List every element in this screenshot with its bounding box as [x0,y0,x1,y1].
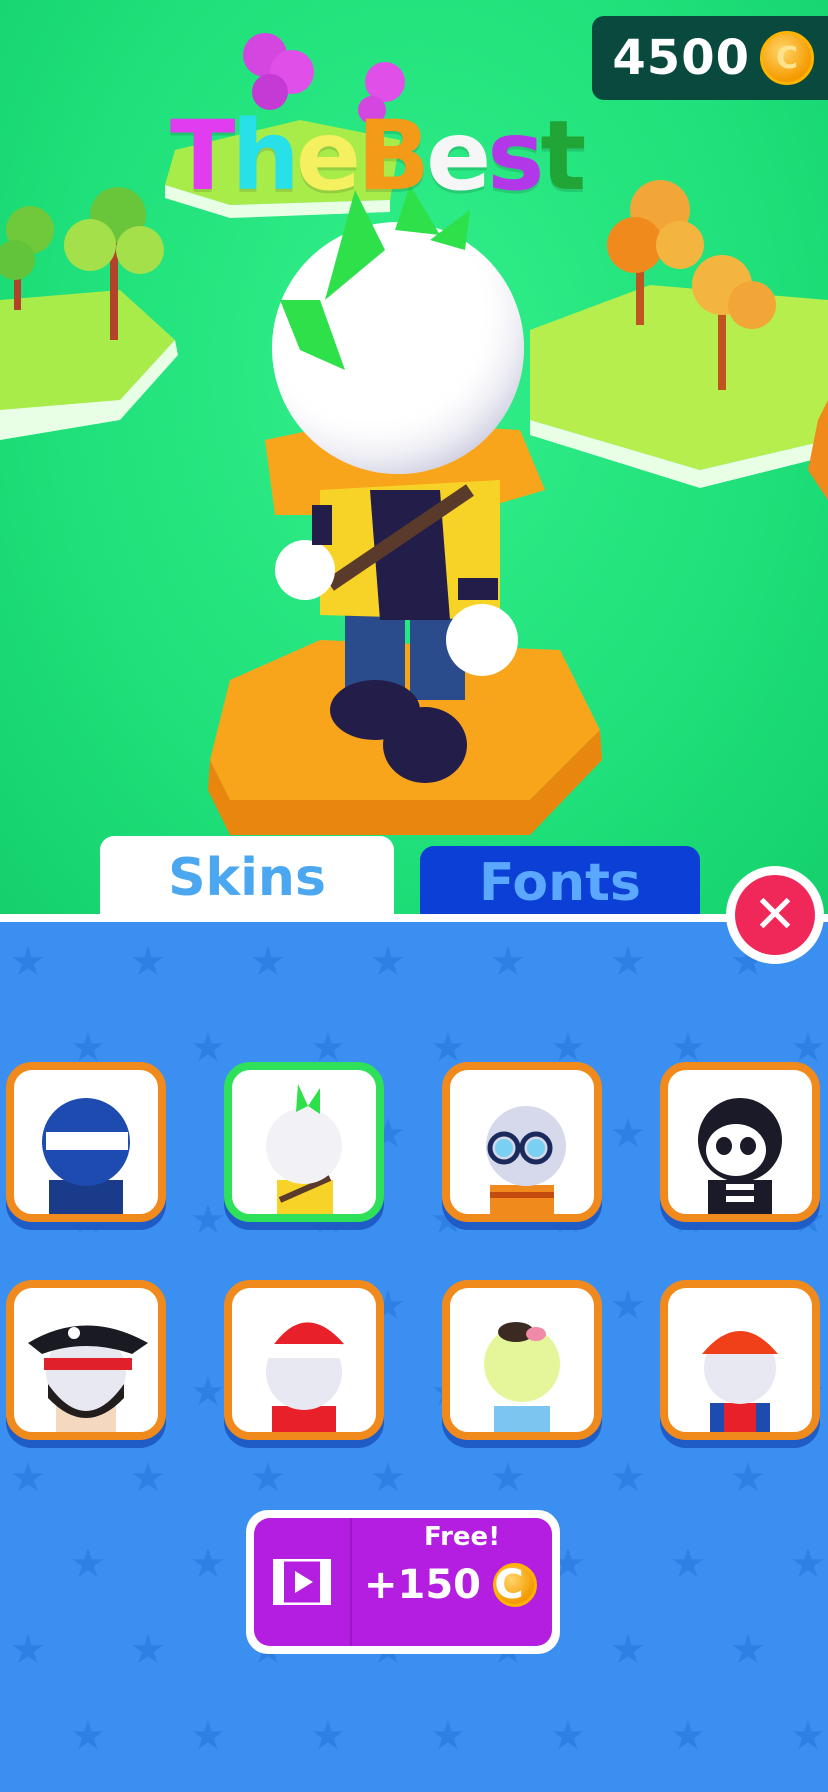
tab-fonts[interactable]: Fonts [420,846,700,920]
player-name-title: TheBest [170,100,586,212]
skin-pirate[interactable] [6,1280,166,1440]
star-decoration: ★ [130,939,166,985]
tab-skins[interactable]: Skins [100,836,394,920]
skin-punk[interactable] [224,1062,384,1222]
coin-amount: 4500 [612,30,750,86]
star-decoration: ★ [250,939,286,985]
star-decoration: ★ [250,1455,286,1501]
star-decoration: ★ [790,1541,826,1587]
title-letter: t [540,100,586,212]
free-coins-body: Free! +150 C [254,1518,552,1646]
close-button[interactable]: ✕ [726,866,824,964]
star-decoration: ★ [190,1025,226,1071]
star-decoration: ★ [70,1541,106,1587]
title-letter: B [356,100,430,212]
star-decoration: ★ [10,939,46,985]
skin-red-cap[interactable] [660,1280,820,1440]
star-decoration: ★ [670,1713,706,1759]
pirate-avatar [28,1325,148,1432]
star-decoration: ★ [190,1713,226,1759]
star-decoration: ★ [70,1713,106,1759]
coin-counter: 4500 C [592,16,828,100]
tab-bar: Skins Fonts [0,836,828,920]
star-decoration: ★ [670,1541,706,1587]
scientist-avatar [486,1106,566,1214]
skins-panel: ★ ★ ★ ★ ★ ★ ★ ★ ★ ★ ★ ★ ★ ★ ★ ★ ★ ★ ★ ★ ★ ★ ★ ★ ★ ★ ★ ★ ★ ★ ★ ★ ★ ★ ★ ★ ★ ★ ★ ★… [0,914,828,1792]
title-letter: e [295,100,361,212]
coin-icon: C [493,1562,538,1608]
star-decoration: ★ [610,1627,646,1673]
star-decoration: ★ [730,1455,766,1501]
santa-avatar [264,1322,361,1432]
title-letter: h [231,100,299,212]
skeleton-avatar [698,1098,782,1214]
star-decoration: ★ [190,1369,226,1415]
star-decoration: ★ [490,1455,526,1501]
coin-letter: C [494,1562,524,1608]
coin-letter: C [775,40,799,76]
skin-santa[interactable] [224,1280,384,1440]
skin-ninja[interactable] [6,1062,166,1222]
free-coins-button[interactable]: Free! +150 C [246,1510,560,1654]
title-letter: s [487,100,544,212]
title-letter: T [170,100,236,212]
skin-scientist[interactable] [442,1062,602,1222]
star-decoration: ★ [490,939,526,985]
star-decoration: ★ [550,1713,586,1759]
star-decoration: ★ [10,1627,46,1673]
red-cap-avatar [702,1331,778,1432]
star-decoration: ★ [310,1713,346,1759]
punk-avatar [266,1084,342,1214]
zombie-avatar [484,1322,560,1432]
star-decoration: ★ [370,939,406,985]
star-decoration: ★ [610,1111,646,1157]
close-icon: ✕ [735,875,815,955]
star-decoration: ★ [610,1283,646,1329]
skin-zombie[interactable] [442,1280,602,1440]
reward-amount-text: +150 [364,1562,482,1608]
star-decoration: ★ [430,1713,466,1759]
star-decoration: ★ [730,1627,766,1673]
title-letter: e [426,100,491,212]
ninja-avatar [42,1098,130,1214]
star-decoration: ★ [610,939,646,985]
video-icon [254,1518,352,1646]
star-decoration: ★ [190,1541,226,1587]
free-label: Free! [424,1522,501,1552]
star-decoration: ★ [610,1455,646,1501]
coin-icon: C [760,31,814,85]
star-decoration: ★ [370,1455,406,1501]
skin-skeleton[interactable] [660,1062,820,1222]
reward-amount: +150 C [364,1562,538,1608]
star-decoration: ★ [130,1627,166,1673]
star-decoration: ★ [130,1455,166,1501]
game-scene: 4500 C TheBest Skins Fonts [0,0,828,920]
star-decoration: ★ [190,1197,226,1243]
star-decoration: ★ [10,1455,46,1501]
star-decoration: ★ [790,1713,826,1759]
